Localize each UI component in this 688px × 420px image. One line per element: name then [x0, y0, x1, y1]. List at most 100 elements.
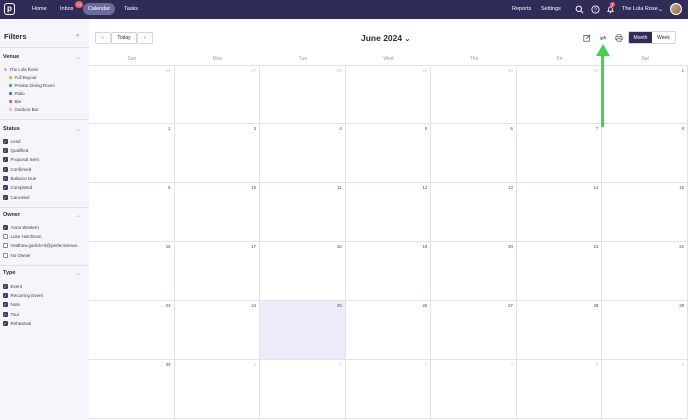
- calendar-day[interactable]: 22: [602, 242, 688, 301]
- calendar-day[interactable]: 1: [602, 65, 688, 124]
- checkbox-unchecked-icon[interactable]: [3, 243, 8, 248]
- calendar-day-today[interactable]: 25: [260, 301, 346, 360]
- calendar-day[interactable]: 27: [431, 301, 517, 360]
- calendar-day[interactable]: 26: [89, 65, 175, 124]
- owner-filter[interactable]: matthew.garlick+tl@perfectvenue...: [3, 243, 81, 248]
- calendar-day[interactable]: 27: [174, 65, 261, 124]
- checkbox-unchecked-icon[interactable]: [3, 253, 8, 258]
- calendar-day[interactable]: 5: [516, 360, 603, 419]
- nav-settings[interactable]: Settings: [541, 5, 561, 13]
- checkbox-unchecked-icon[interactable]: [3, 234, 8, 239]
- chevron-up-icon[interactable]: ︿: [76, 270, 81, 277]
- calendar-day[interactable]: 26: [345, 301, 432, 360]
- sync-icon[interactable]: [599, 34, 607, 44]
- status-filter[interactable]: ✓ Qualified: [3, 148, 28, 153]
- venue-item[interactable]: Outdoor Bar: [9, 107, 38, 112]
- checkbox-checked-icon[interactable]: ✓: [3, 167, 8, 172]
- venue-item[interactable]: Private Dining Room: [9, 83, 55, 88]
- checkbox-checked-icon[interactable]: ✓: [3, 195, 8, 200]
- calendar-day[interactable]: 13: [431, 183, 517, 242]
- type-filter[interactable]: ✓ Event: [3, 284, 22, 289]
- month-view-button[interactable]: Month: [629, 32, 652, 43]
- calendar-day[interactable]: 9: [89, 183, 175, 242]
- checkbox-checked-icon[interactable]: ✓: [3, 139, 8, 144]
- checkbox-checked-icon[interactable]: ✓: [3, 293, 8, 298]
- calendar-day[interactable]: 29: [602, 301, 688, 360]
- calendar-day[interactable]: 8: [602, 124, 688, 183]
- today-button[interactable]: Today: [111, 32, 137, 44]
- checkbox-checked-icon[interactable]: ✓: [3, 185, 8, 190]
- calendar-day[interactable]: 12: [345, 183, 432, 242]
- checkbox-checked-icon[interactable]: ✓: [3, 312, 8, 317]
- calendar-day[interactable]: 24: [174, 301, 261, 360]
- calendar-day[interactable]: 19: [345, 242, 432, 301]
- calendar-day[interactable]: 4: [260, 124, 346, 183]
- type-filter[interactable]: ✓ Tour: [3, 312, 19, 317]
- calendar-day[interactable]: 18: [260, 242, 346, 301]
- venue-switcher[interactable]: The Lola Rose: [622, 5, 658, 13]
- chevron-down-icon[interactable]: ⌄: [658, 6, 663, 13]
- edit-icon[interactable]: [583, 34, 591, 44]
- avatar[interactable]: [670, 3, 682, 15]
- checkbox-checked-icon[interactable]: ✓: [3, 302, 8, 307]
- calendar-day[interactable]: 11: [260, 183, 346, 242]
- checkbox-checked-icon[interactable]: ✓: [3, 321, 8, 326]
- checkbox-checked-icon[interactable]: ✓: [3, 225, 8, 230]
- print-icon[interactable]: [615, 34, 623, 44]
- chevron-up-icon[interactable]: ︿: [76, 212, 81, 219]
- calendar-day[interactable]: 1: [174, 360, 261, 419]
- calendar-day[interactable]: 15: [602, 183, 688, 242]
- calendar-day[interactable]: 3: [174, 124, 261, 183]
- calendar-day[interactable]: 5: [345, 124, 432, 183]
- chevron-up-icon[interactable]: ︿: [76, 126, 81, 133]
- month-title[interactable]: June 2024 ⌄: [361, 33, 410, 43]
- status-filter[interactable]: ✓ Canceled: [3, 195, 30, 200]
- calendar-day[interactable]: 2: [260, 360, 346, 419]
- calendar-day[interactable]: 6: [431, 124, 517, 183]
- help-icon[interactable]: ?: [590, 4, 600, 14]
- nav-home[interactable]: Home: [32, 5, 47, 13]
- nav-tasks[interactable]: Tasks: [124, 5, 138, 13]
- search-icon[interactable]: [574, 4, 584, 14]
- calendar-day[interactable]: 30: [89, 360, 175, 419]
- next-month-button[interactable]: ›: [137, 32, 153, 44]
- week-view-button[interactable]: Week: [652, 32, 675, 43]
- owner-filter[interactable]: ✓ Anna Western: [3, 225, 39, 230]
- type-filter[interactable]: ✓ Rehearsal: [3, 321, 31, 326]
- nav-reports[interactable]: Reports: [512, 5, 531, 13]
- calendar-day[interactable]: 14: [516, 183, 603, 242]
- venue-item[interactable]: Patio: [9, 91, 25, 96]
- calendar-day[interactable]: 16: [89, 242, 175, 301]
- nav-inbox[interactable]: Inbox: [60, 5, 73, 13]
- calendar-day[interactable]: 30: [431, 65, 517, 124]
- nav-calendar[interactable]: Calendar: [83, 3, 115, 15]
- calendar-day[interactable]: 10: [174, 183, 261, 242]
- status-filter[interactable]: ✓ Confirmed: [3, 167, 31, 172]
- calendar-day[interactable]: 3: [345, 360, 432, 419]
- checkbox-checked-icon[interactable]: ✓: [3, 157, 8, 162]
- type-filter[interactable]: ✓ Recurring Event: [3, 293, 43, 298]
- venue-item[interactable]: The Lola Rose: [4, 67, 38, 72]
- venue-item[interactable]: Bar: [9, 99, 21, 104]
- venue-item[interactable]: Full Buyout: [9, 75, 36, 80]
- calendar-day[interactable]: 7: [516, 124, 603, 183]
- calendar-day[interactable]: 6: [602, 360, 688, 419]
- checkbox-checked-icon[interactable]: ✓: [3, 148, 8, 153]
- status-filter[interactable]: ✓ Proposal Sent: [3, 157, 39, 162]
- calendar-day[interactable]: 21: [516, 242, 603, 301]
- calendar-day[interactable]: 31: [516, 65, 603, 124]
- status-filter[interactable]: ✓ Lead: [3, 139, 21, 144]
- checkbox-checked-icon[interactable]: ✓: [3, 284, 8, 289]
- calendar-day[interactable]: 20: [431, 242, 517, 301]
- owner-filter[interactable]: No Owner: [3, 253, 31, 258]
- calendar-day[interactable]: 17: [174, 242, 261, 301]
- collapse-sidebar-icon[interactable]: «: [76, 33, 79, 39]
- calendar-day[interactable]: 4: [431, 360, 517, 419]
- calendar-day[interactable]: 2: [89, 124, 175, 183]
- calendar-day[interactable]: 28: [260, 65, 346, 124]
- prev-month-button[interactable]: ‹: [95, 32, 111, 44]
- calendar-day[interactable]: 29: [345, 65, 432, 124]
- app-logo[interactable]: p: [4, 3, 15, 15]
- owner-filter[interactable]: Luke Hutchison: [3, 234, 42, 239]
- status-filter[interactable]: ✓ Balance Due: [3, 176, 36, 181]
